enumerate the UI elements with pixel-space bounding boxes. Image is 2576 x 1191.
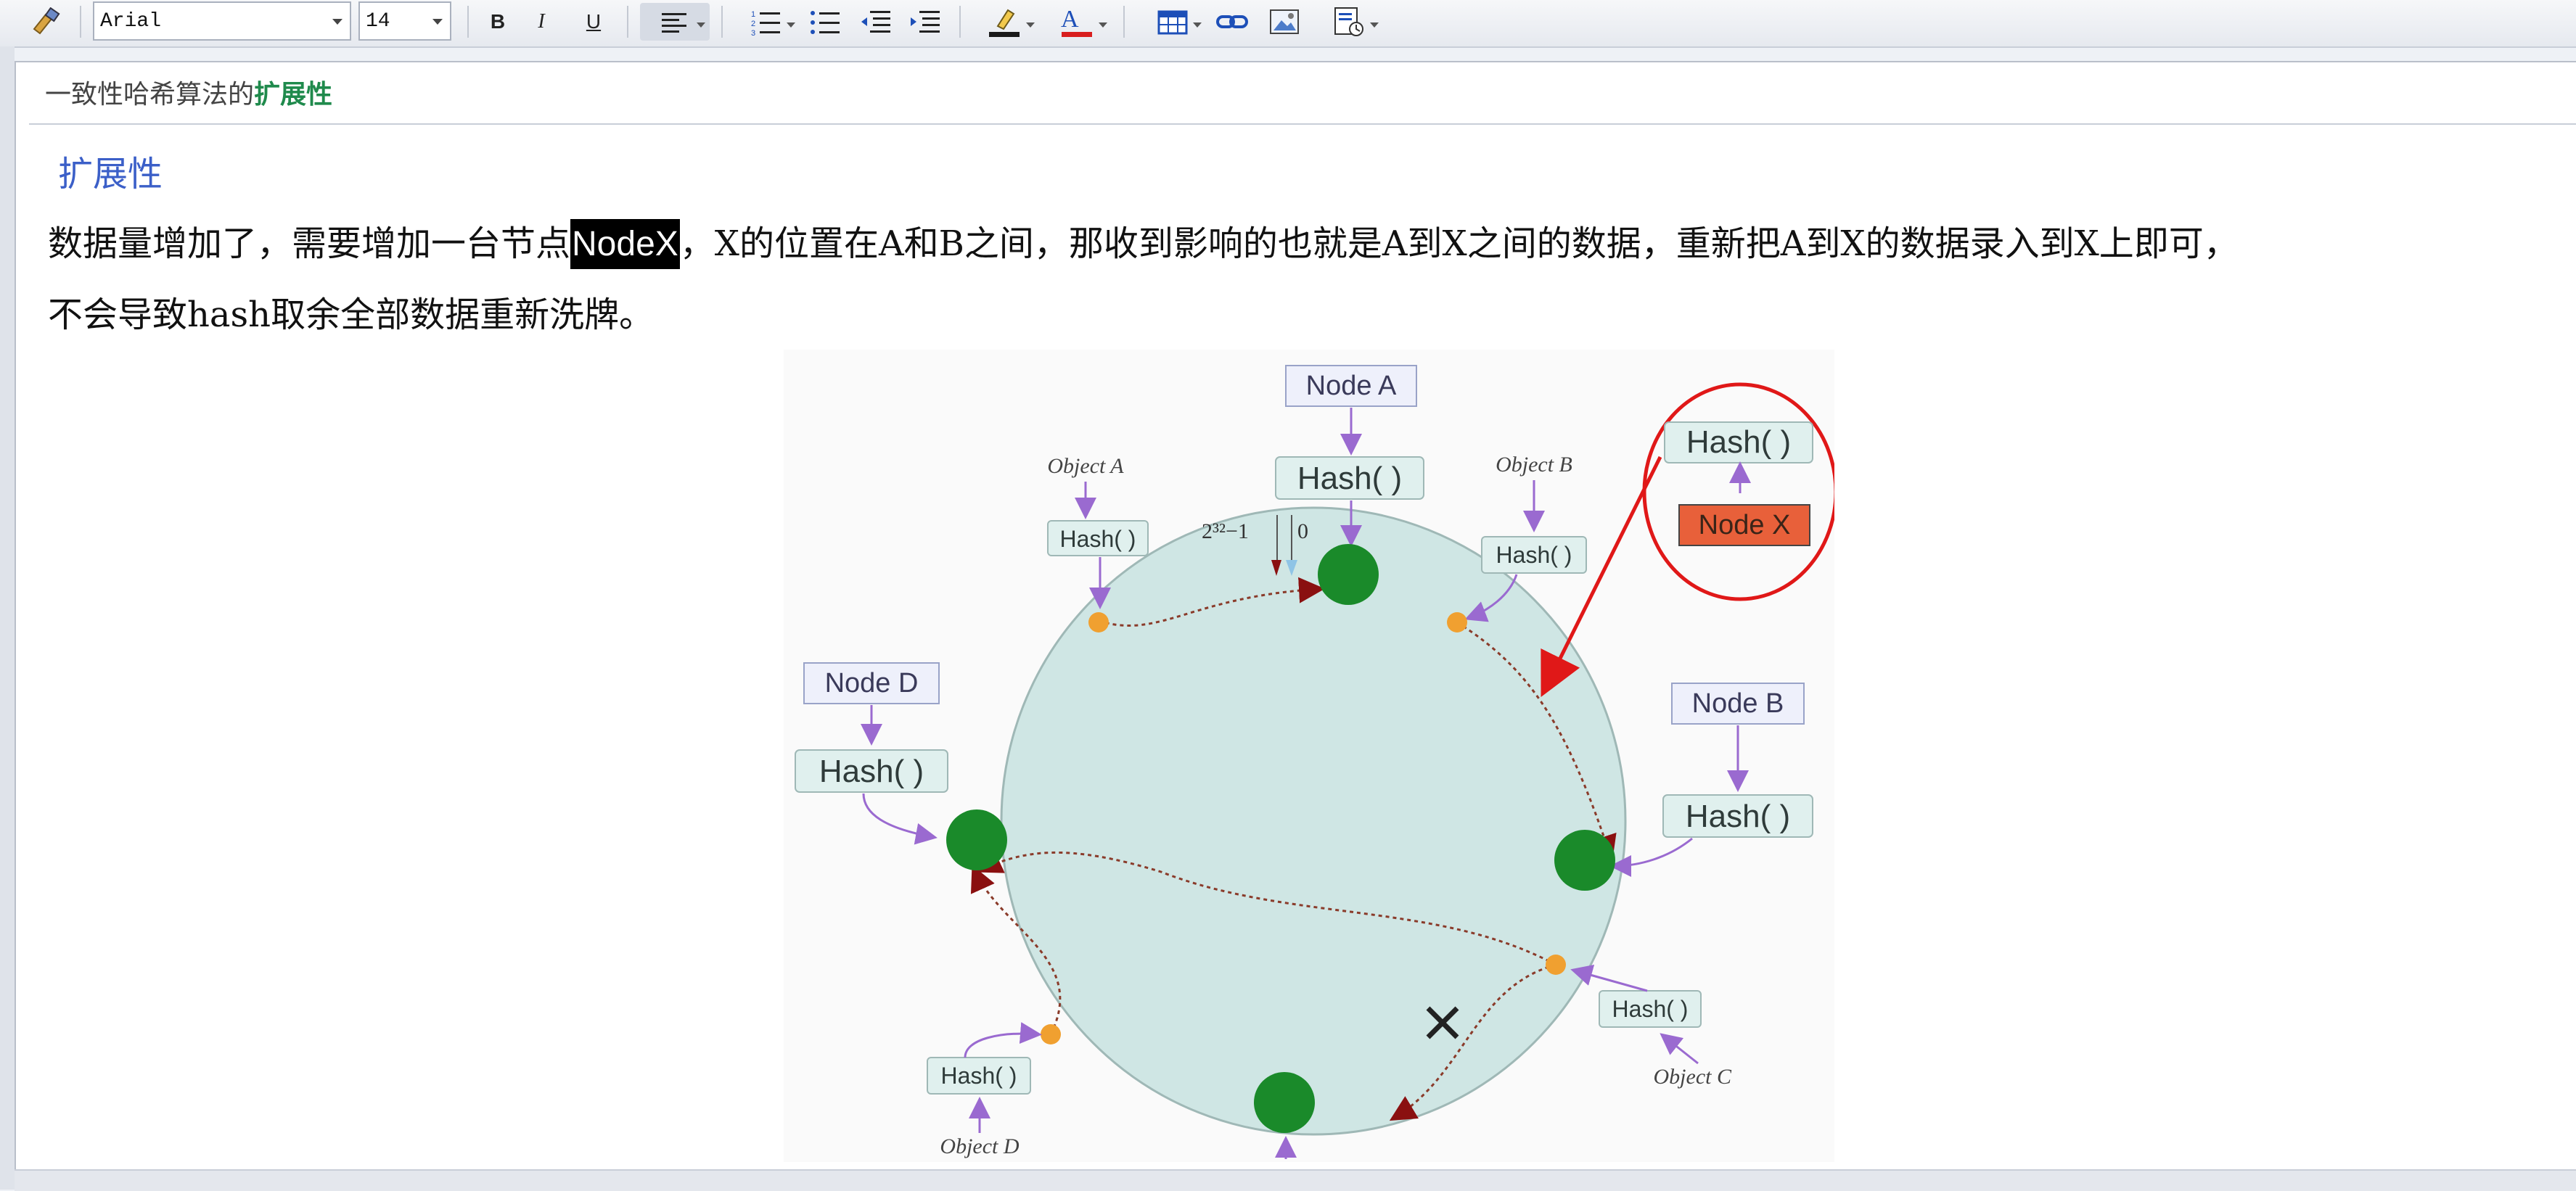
node-a-label: Node A — [1306, 371, 1397, 401]
highlighter-icon — [989, 9, 1020, 37]
paragraph-line-2[interactable]: 不会导致hash取余全部数据重新洗牌。 — [48, 286, 654, 337]
bottom-scrollbar[interactable] — [15, 1169, 2576, 1191]
breadcrumb-prefix: 一致性哈希算法的 — [45, 80, 255, 109]
node-a-dot — [1318, 544, 1379, 605]
toolbar-divider — [721, 6, 723, 38]
numbered-list-icon: 1 2 3 — [751, 10, 780, 36]
section-heading: 扩展性 — [58, 155, 163, 194]
insert-table-button[interactable] — [1142, 3, 1203, 41]
selected-text[interactable]: NodeX — [570, 219, 680, 269]
object-c-hash-label: Hash( ) — [1612, 996, 1689, 1022]
chevron-down-icon — [332, 19, 342, 25]
object-d-hash-label: Hash( ) — [941, 1063, 1017, 1089]
underline-label: U — [586, 10, 602, 33]
font-name-value: Arial — [100, 9, 162, 33]
object-a-dot — [1088, 612, 1109, 632]
font-size-value: 14 — [366, 9, 390, 33]
node-b-hash-label: Hash( ) — [1686, 799, 1790, 834]
object-a-label: Object A — [1047, 454, 1124, 478]
link-icon — [1216, 15, 1248, 28]
format-painter-icon[interactable] — [26, 3, 64, 41]
toolbar-divider — [1123, 6, 1125, 38]
object-c-dot — [1546, 955, 1566, 975]
text-color-button[interactable]: A — [1045, 3, 1109, 41]
text-after-selection: ，X的位置在A和B之间，那收到影响的也就是A到X之间的数据，重新把A到X的数据录… — [679, 223, 2239, 264]
node-x-hash-label: Hash( ) — [1686, 424, 1791, 460]
ring-zero-label: 0 — [1297, 519, 1308, 543]
node-b-dot — [1554, 830, 1615, 891]
italic-button[interactable]: I — [525, 3, 557, 41]
node-c-dot — [1254, 1072, 1315, 1133]
object-d-dot — [1041, 1024, 1061, 1044]
svg-text:3: 3 — [751, 29, 755, 36]
breadcrumb-current: 扩展性 — [254, 80, 333, 109]
toolbar-divider — [627, 6, 628, 38]
text-before-selection: 数据量增加了，需要增加一台节点 — [48, 223, 571, 264]
highlight-color-button[interactable] — [972, 3, 1036, 41]
svg-text:2: 2 — [751, 20, 755, 28]
align-left-icon — [662, 13, 686, 33]
editor-toolbar: Arial 14 B I U 1 2 3 A — [0, 0, 2576, 48]
table-icon — [1157, 10, 1188, 35]
insert-link-button[interactable] — [1212, 3, 1252, 41]
template-icon — [1334, 7, 1363, 36]
node-d-label: Node D — [825, 668, 919, 698]
chevron-down-icon — [1099, 22, 1107, 28]
insert-template-button[interactable] — [1319, 3, 1380, 41]
object-b-dot — [1447, 612, 1467, 632]
hash-ring-illustration: 2³²−1 0 Node A Hash( ) Object A Hash( ) … — [795, 365, 1838, 1159]
svg-text:1: 1 — [751, 10, 755, 19]
text-color-letter: A — [1061, 6, 1079, 33]
object-d-label: Object D — [940, 1134, 1019, 1158]
hash-ring — [1000, 506, 1627, 1136]
image-icon — [1270, 9, 1299, 34]
insert-image-button[interactable] — [1264, 3, 1305, 41]
node-b-label: Node B — [1692, 688, 1784, 719]
object-b-hash-label: Hash( ) — [1496, 542, 1572, 568]
chevron-down-icon — [1193, 22, 1202, 28]
italic-label: I — [538, 10, 545, 33]
bullet-list-icon — [811, 11, 840, 34]
bold-label: B — [490, 10, 506, 33]
consistent-hash-diagram[interactable]: 2³²−1 0 Node A Hash( ) Object A Hash( ) … — [784, 350, 1838, 1162]
toolbar-divider — [467, 6, 469, 38]
chevron-down-icon — [432, 19, 443, 25]
font-size-select[interactable]: 14 — [358, 1, 451, 41]
chevron-down-icon — [787, 22, 795, 28]
paragraph-line-1[interactable]: 数据量增加了，需要增加一台节点NodeX，X的位置在A和B之间，那收到影响的也就… — [48, 215, 2239, 269]
increase-indent-button[interactable] — [906, 3, 946, 41]
node-d-dot — [946, 809, 1007, 870]
toolbar-divider — [80, 6, 81, 38]
node-d-hash-label: Hash( ) — [819, 754, 924, 789]
object-b-label: Object B — [1496, 453, 1572, 477]
object-a-hash-label: Hash( ) — [1060, 526, 1136, 552]
decrease-indent-button[interactable] — [856, 3, 897, 41]
node-x-label: Node X — [1699, 510, 1791, 540]
bullet-list-button[interactable] — [805, 3, 846, 41]
underline-button[interactable]: U — [578, 3, 610, 41]
object-c-label: Object C — [1654, 1065, 1732, 1089]
chevron-down-icon — [1370, 22, 1379, 28]
chevron-down-icon — [1026, 22, 1035, 28]
align-button[interactable] — [640, 3, 710, 41]
indent-icon — [911, 11, 940, 33]
toolbar-divider — [959, 6, 961, 38]
font-name-select[interactable]: Arial — [93, 1, 351, 41]
bold-button[interactable]: B — [482, 3, 514, 41]
chevron-down-icon — [697, 22, 705, 28]
breadcrumb: 一致性哈希算法的 扩展性 — [29, 61, 2576, 125]
outdent-icon — [861, 11, 890, 33]
left-gutter — [0, 46, 15, 1190]
node-a-hash-label: Hash( ) — [1297, 461, 1402, 496]
numbered-list-button[interactable]: 1 2 3 — [736, 3, 797, 41]
ring-max-label: 2³²−1 — [1202, 519, 1249, 543]
